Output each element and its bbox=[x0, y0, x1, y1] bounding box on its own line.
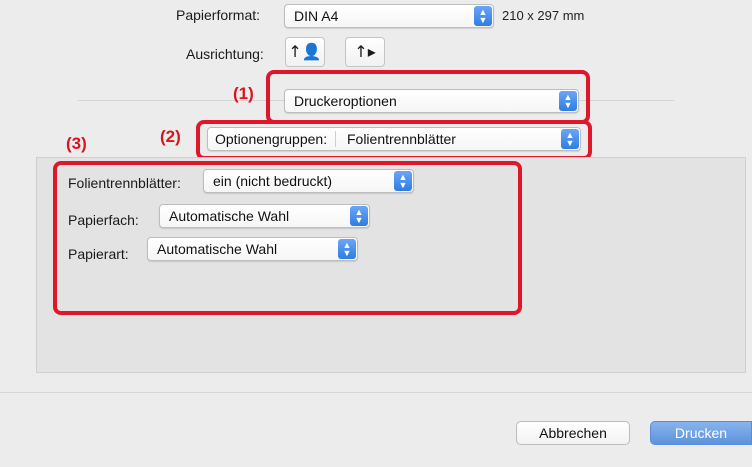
paper-format-value: DIN A4 bbox=[294, 8, 339, 24]
paper-format-label: Papierformat: bbox=[176, 7, 261, 23]
portrait-icon: ↑👤 bbox=[288, 42, 322, 61]
chevron-updown-icon: ▲ ▼ bbox=[559, 91, 577, 111]
paper-size-text: 210 x 297 mm bbox=[502, 8, 585, 23]
paper-tray-value: Automatische Wahl bbox=[169, 208, 290, 224]
callout-1: (1) bbox=[233, 84, 254, 103]
paper-type-value: Automatische Wahl bbox=[157, 241, 278, 257]
paper-tray-popup[interactable]: Automatische Wahl ▲ ▼ bbox=[159, 204, 370, 228]
option-groups-value: Folientrennblätter bbox=[346, 131, 456, 147]
chevron-updown-icon: ▲ ▼ bbox=[394, 171, 412, 191]
chevron-updown-icon: ▲ ▼ bbox=[474, 6, 492, 26]
callout-3: (3) bbox=[66, 134, 87, 153]
option-groups-label: Optionengruppen: bbox=[208, 131, 337, 147]
callout-2: (2) bbox=[160, 127, 181, 146]
footer-separator bbox=[0, 392, 752, 393]
transparency-label: Folientrennblätter: bbox=[68, 175, 181, 191]
chevron-updown-icon: ▲ ▼ bbox=[561, 129, 579, 149]
portrait-orientation-button[interactable]: ↑👤 bbox=[285, 37, 325, 67]
panel-menu-value: Druckeroptionen bbox=[294, 93, 397, 109]
landscape-orientation-button[interactable]: ↑▸ bbox=[345, 37, 385, 67]
chevron-updown-icon: ▲ ▼ bbox=[338, 239, 356, 259]
paper-tray-label: Papierfach: bbox=[68, 212, 139, 228]
option-groups-control[interactable]: Optionengruppen: Folientrennblätter ▲ ▼ bbox=[207, 127, 581, 151]
transparency-value: ein (nicht bedruckt) bbox=[213, 173, 333, 189]
landscape-icon: ↑▸ bbox=[354, 42, 376, 61]
paper-format-popup[interactable]: DIN A4 ▲ ▼ bbox=[284, 4, 494, 28]
panel-menu-popup[interactable]: Druckeroptionen ▲ ▼ bbox=[284, 89, 579, 113]
paper-type-popup[interactable]: Automatische Wahl ▲ ▼ bbox=[147, 237, 358, 261]
cancel-button[interactable]: Abbrechen bbox=[516, 421, 630, 445]
print-button[interactable]: Drucken bbox=[650, 421, 752, 445]
orientation-label: Ausrichtung: bbox=[186, 46, 264, 62]
chevron-updown-icon: ▲ ▼ bbox=[350, 206, 368, 226]
transparency-popup[interactable]: ein (nicht bedruckt) ▲ ▼ bbox=[203, 169, 414, 193]
paper-type-label: Papierart: bbox=[68, 246, 129, 262]
